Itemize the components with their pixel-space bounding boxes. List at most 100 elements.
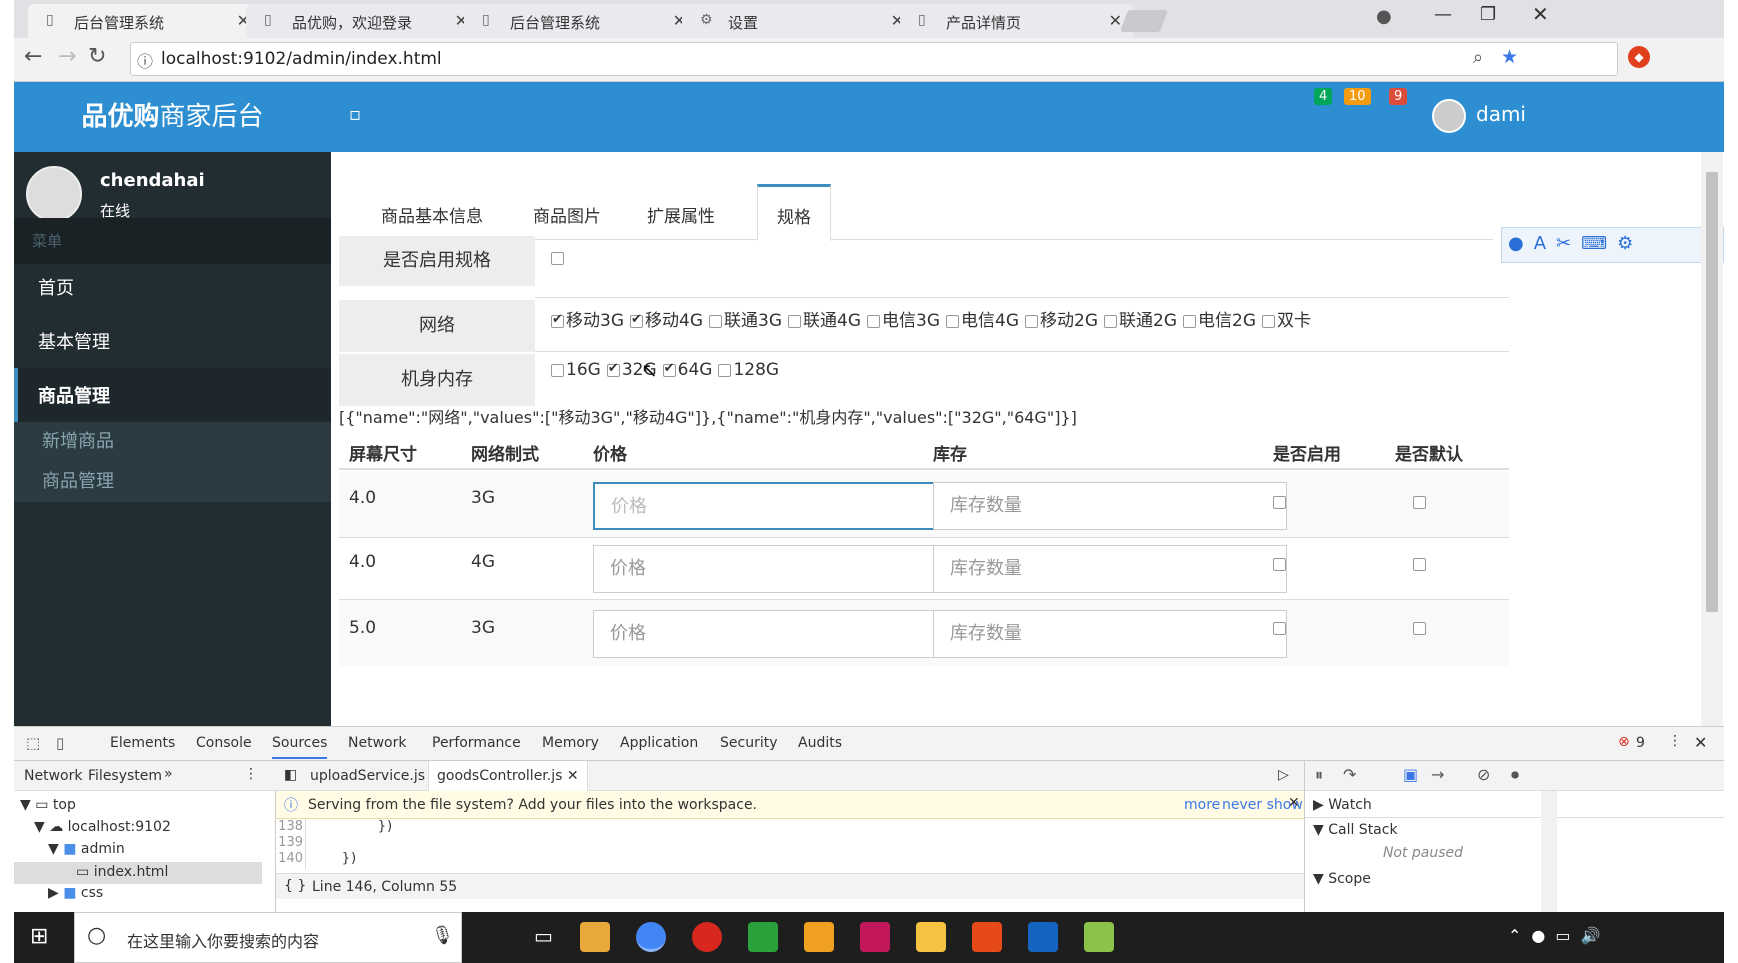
default-checkbox[interactable]: [1413, 621, 1427, 635]
app-icon-4[interactable]: [748, 922, 778, 952]
file-tab-upload-service[interactable]: uploadService.js: [310, 768, 425, 784]
ime-toolbar[interactable]: ●A✂⌨⚙: [1501, 227, 1724, 263]
browser-tab-1[interactable]: ▯ 后台管理系统 ✕: [28, 4, 262, 38]
devtools-tab-console[interactable]: Console: [196, 735, 252, 751]
network-checkbox[interactable]: [946, 314, 959, 328]
devtools-tab-network[interactable]: Network: [348, 735, 406, 751]
forward-icon[interactable]: →: [58, 44, 76, 69]
tree-item[interactable]: ▼ ▭ top: [20, 797, 76, 813]
app-icon-5[interactable]: [804, 922, 834, 952]
callstack-section[interactable]: ▼ Call Stack: [1305, 817, 1724, 841]
sidebar-item-home[interactable]: 首页: [14, 260, 331, 318]
memory-option[interactable]: 64G: [662, 360, 712, 380]
toggle-navigator-icon[interactable]: ◧: [284, 767, 297, 783]
tasks-badge[interactable]: 9: [1389, 88, 1408, 105]
nav-more-icon[interactable]: »: [164, 766, 173, 782]
devtools-tab-performance[interactable]: Performance: [432, 735, 521, 751]
watch-section[interactable]: ▶ Watch: [1313, 797, 1372, 813]
tab-spec[interactable]: 规格: [757, 184, 831, 241]
header-avatar[interactable]: [1432, 99, 1466, 133]
page-scrollbar[interactable]: [1701, 152, 1723, 726]
pause-exceptions-icon[interactable]: ⏺: [1511, 765, 1519, 785]
tree-item[interactable]: ▼ ■ admin: [48, 841, 125, 857]
toggle-debugger-icon[interactable]: ▷: [1278, 767, 1289, 783]
pause-icon[interactable]: ⏸: [1315, 765, 1323, 785]
reload-icon[interactable]: ↻: [88, 44, 106, 69]
enabled-checkbox[interactable]: [1273, 557, 1286, 571]
file-tab-goods-controller[interactable]: goodsController.js ✕: [428, 761, 588, 791]
memory-option[interactable]: 16G: [551, 360, 601, 380]
step-out-icon[interactable]: →: [1431, 765, 1444, 784]
network-option[interactable]: 移动2G: [1025, 311, 1098, 331]
more-vert-icon[interactable]: ⋮: [1668, 733, 1682, 749]
network-option[interactable]: 双卡: [1262, 311, 1311, 331]
pretty-print-icon[interactable]: { }: [284, 878, 306, 894]
network-checkbox[interactable]: [709, 314, 722, 328]
notifications-badge[interactable]: 10: [1344, 88, 1371, 105]
devtools-tab-audits[interactable]: Audits: [798, 735, 842, 751]
minimize-icon[interactable]: —: [1434, 4, 1452, 25]
memory-checkbox[interactable]: [662, 361, 676, 377]
devtools-tab-sources[interactable]: Sources: [272, 735, 328, 759]
taskbar-search[interactable]: ○ 在这里输入你要搜索的内容 🎙: [74, 912, 462, 963]
sidebar-item-basic[interactable]: 基本管理: [14, 314, 331, 372]
price-input[interactable]: 价格: [593, 610, 947, 658]
memory-checkbox[interactable]: [606, 361, 620, 377]
tree-item[interactable]: ▶ ■ css: [48, 885, 103, 901]
intellij-icon[interactable]: [860, 922, 890, 952]
microphone-icon[interactable]: 🎙: [431, 925, 454, 946]
devtools-close-icon[interactable]: ✕: [1694, 733, 1707, 752]
price-input[interactable]: 价格: [593, 545, 947, 593]
scope-section[interactable]: ▼ Scope: [1313, 871, 1371, 887]
app-icon-1[interactable]: [580, 922, 610, 952]
default-checkbox[interactable]: [1413, 495, 1427, 509]
star-icon[interactable]: ★: [1501, 46, 1518, 68]
windows-start-icon[interactable]: ⊞: [30, 924, 48, 949]
network-option[interactable]: 联通2G: [1104, 311, 1177, 331]
sidebar-toggle-icon[interactable]: ▫: [349, 104, 361, 125]
task-view-icon[interactable]: ▭: [534, 924, 553, 948]
network-checkbox[interactable]: [630, 312, 643, 328]
enabled-checkbox[interactable]: [1273, 621, 1286, 635]
network-checkbox[interactable]: [867, 314, 880, 328]
new-tab-button[interactable]: [1119, 10, 1169, 32]
step-over-icon[interactable]: ↷: [1343, 765, 1356, 784]
nav-tab-network[interactable]: Network: [24, 768, 82, 784]
app-icon-9[interactable]: [1028, 922, 1058, 952]
tab-extra-attrs[interactable]: 扩展属性: [647, 202, 715, 227]
network-option[interactable]: 移动3G: [551, 311, 624, 331]
header-username[interactable]: dami: [1476, 102, 1526, 126]
messages-badge[interactable]: 4: [1314, 88, 1333, 105]
infobar-close-icon[interactable]: ✕: [1288, 795, 1300, 811]
network-checkbox[interactable]: [1025, 314, 1038, 328]
network-checkbox[interactable]: [788, 314, 801, 328]
browser-tab-2[interactable]: ▯ 品优购，欢迎登录 ✕: [246, 4, 480, 38]
network-option[interactable]: 电信4G: [946, 311, 1019, 331]
devtools-tab-elements[interactable]: Elements: [110, 735, 175, 751]
memory-option[interactable]: 128G: [718, 360, 779, 380]
brand-logo[interactable]: 品优购商家后台: [14, 82, 331, 152]
app-icon-3[interactable]: [692, 922, 722, 952]
browser-tab-5[interactable]: ▯ 产品详情页 ✕: [900, 4, 1134, 38]
sidebar-subitem-goods-manage[interactable]: 商品管理: [14, 462, 331, 502]
network-checkbox[interactable]: [1183, 314, 1196, 328]
devtools-tab-security[interactable]: Security: [720, 735, 778, 751]
sidebar-subitem-add-goods[interactable]: 新增商品: [14, 422, 331, 462]
scrollbar-thumb[interactable]: [1706, 172, 1718, 612]
zoom-icon[interactable]: ⌕: [1473, 47, 1483, 68]
deactivate-breakpoints-icon[interactable]: ⊘: [1477, 765, 1490, 784]
stock-input[interactable]: 库存数量: [933, 482, 1287, 530]
tab-basic-info[interactable]: 商品基本信息: [381, 202, 483, 227]
stock-input[interactable]: 库存数量: [933, 545, 1287, 593]
url-field[interactable]: ⓘ localhost:9102/admin/index.html ⌕ ★: [130, 42, 1618, 76]
memory-checkbox[interactable]: [718, 363, 732, 377]
browser-tab-3[interactable]: ▯ 后台管理系统 ✕: [464, 4, 698, 38]
default-checkbox[interactable]: [1413, 557, 1427, 571]
network-checkbox[interactable]: [551, 312, 564, 328]
inspect-icon[interactable]: ⬚: [26, 734, 40, 752]
network-option[interactable]: 联通4G: [788, 311, 861, 331]
app-icon-10[interactable]: [1084, 922, 1114, 952]
enable-spec-checkbox[interactable]: [551, 251, 564, 265]
network-checkbox[interactable]: [1104, 314, 1117, 328]
memory-checkbox[interactable]: [551, 363, 564, 377]
